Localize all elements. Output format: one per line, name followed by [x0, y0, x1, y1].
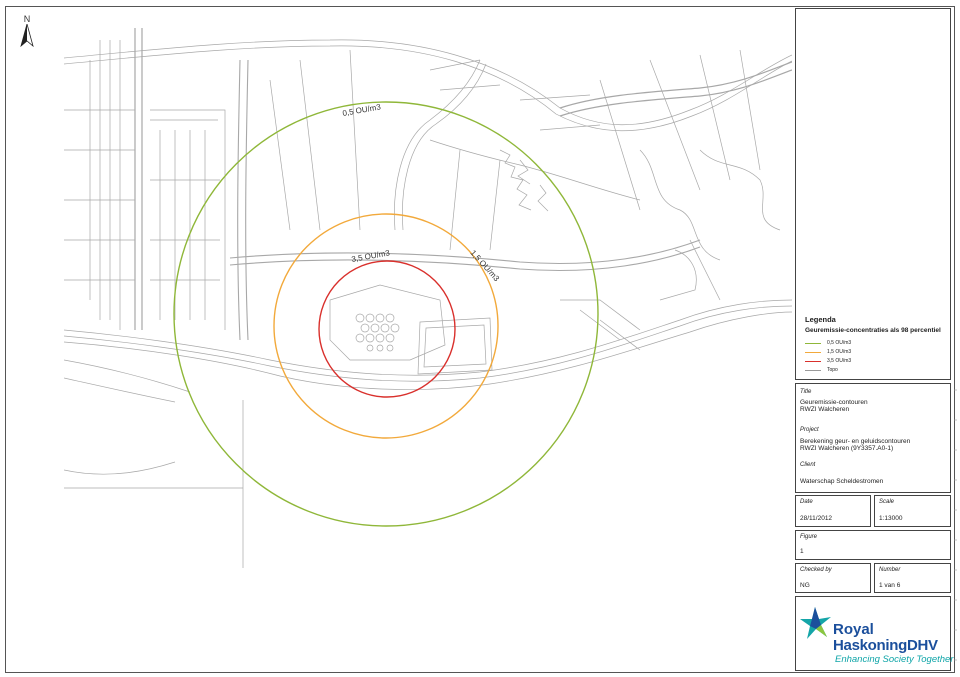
- client-label: Client: [800, 462, 816, 468]
- title-project-panel: Title Geuremissie-contouren RWZI Walcher…: [795, 383, 951, 493]
- legend-item: Topo: [805, 367, 838, 373]
- figure-label: Figure: [800, 534, 818, 540]
- project-label: Project: [800, 427, 819, 433]
- north-arrow: N: [16, 14, 38, 53]
- topo-layer: [64, 28, 792, 568]
- logo-line1: Royal: [833, 621, 874, 638]
- scale-label: Scale: [879, 499, 895, 505]
- legend-title: Legenda: [805, 315, 836, 324]
- company-logo: Royal HaskoningDHV Enhancing Society Tog…: [797, 597, 954, 669]
- contour-label-0-5: 0,5 OU/m3: [342, 102, 382, 118]
- title-line2: RWZI Walcheren: [800, 406, 850, 413]
- treatment-tanks: [355, 313, 400, 352]
- logo-line2: HaskoningDHV: [833, 637, 938, 654]
- checked-label: Checked by: [800, 567, 832, 573]
- figure-panel: Figure 1: [795, 530, 951, 560]
- figure-value: 1: [800, 548, 804, 555]
- title-block: Legenda Geuremissie-concentraties als 98…: [795, 8, 953, 671]
- number-label: Number: [879, 567, 901, 573]
- project-line2: RWZI Walcheren (9Y3357.A0-1): [800, 445, 894, 452]
- logo-star-icon: [800, 607, 831, 639]
- legend-item: 1,5 OU/m3: [805, 349, 851, 355]
- checked-value: NG: [800, 582, 810, 589]
- title-label: Title: [800, 389, 812, 395]
- date-label: Date: [800, 499, 813, 505]
- contour-3-5: [318, 260, 456, 398]
- checked-panel: Checked by NG: [795, 563, 871, 593]
- scale-value: 1:13000: [879, 515, 903, 522]
- contour-label-1-5: 1,5 OU/m3: [469, 248, 502, 283]
- legend-subtitle: Geuremissie-concentraties als 98 percent…: [805, 327, 941, 334]
- date-value: 28/11/2012: [800, 515, 833, 522]
- number-panel: Number 1 van 6: [874, 563, 951, 593]
- sheet-edge-ticks: [954, 389, 957, 661]
- north-label: N: [23, 14, 31, 24]
- client-value: Waterschap Scheldestromen: [800, 478, 884, 485]
- legend-item: 0,5 OU/m3: [805, 340, 851, 346]
- north-arrow-icon: [20, 22, 34, 48]
- legend-panel: Legenda Geuremissie-concentraties als 98…: [795, 8, 951, 380]
- scale-panel: Scale 1:13000: [874, 495, 951, 527]
- legend-item: 3,5 OU/m3: [805, 358, 851, 364]
- number-value: 1 van 6: [879, 582, 901, 589]
- logo-tagline: Enhancing Society Together: [835, 654, 954, 665]
- date-panel: Date 28/11/2012: [795, 495, 871, 527]
